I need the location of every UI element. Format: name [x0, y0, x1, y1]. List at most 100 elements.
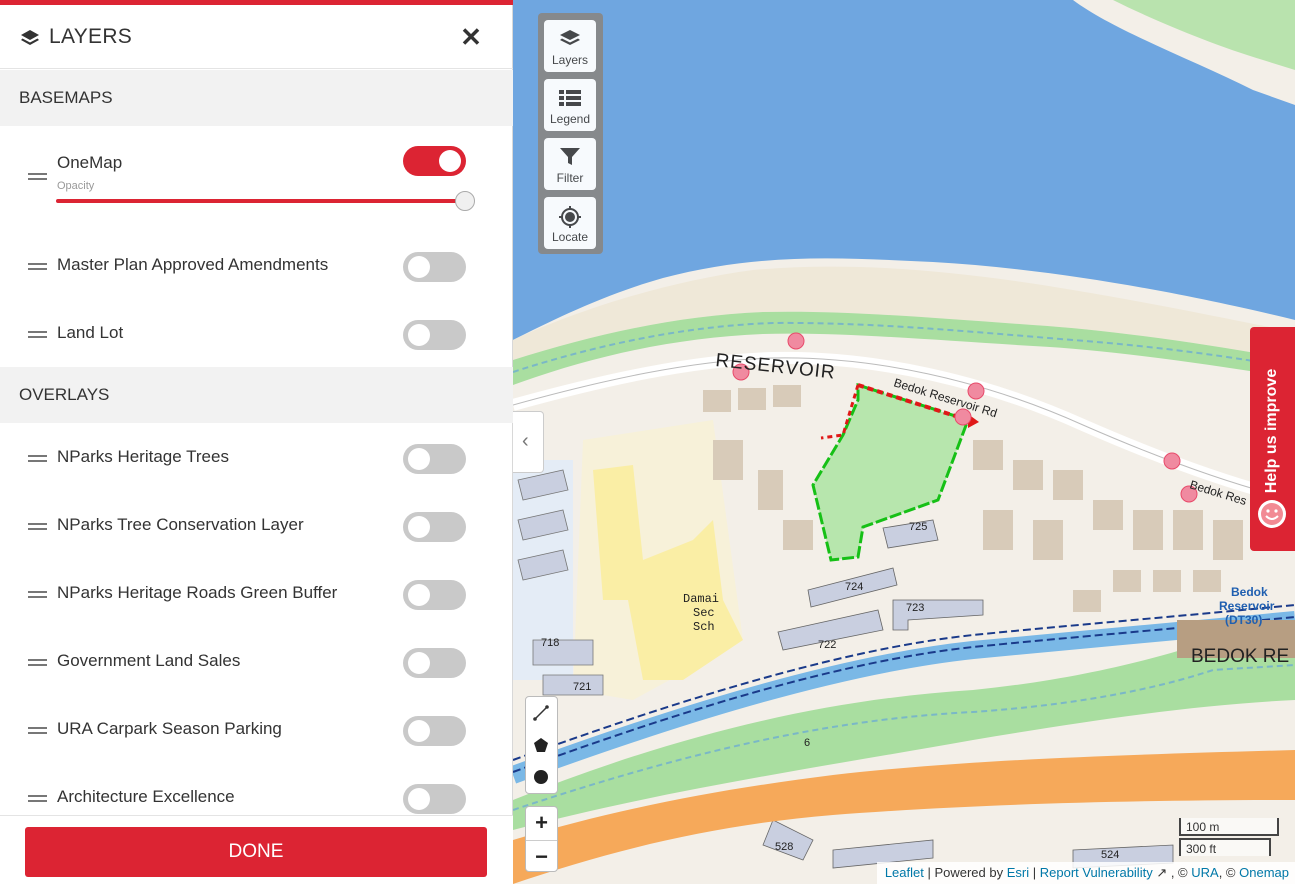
- close-icon[interactable]: ✕: [459, 24, 483, 50]
- zoom-in-button[interactable]: +: [526, 807, 557, 839]
- toolbar-filter-button[interactable]: Filter: [544, 138, 596, 190]
- help-us-improve-button[interactable]: Help us improve: [1250, 327, 1295, 551]
- app-root: LAYERS ✕ BASEMAPS OneMap Opacity Master …: [0, 0, 1295, 884]
- layer-label: Land Lot: [57, 323, 124, 342]
- layer-toggle-land-lot[interactable]: [403, 320, 466, 350]
- toggle-knob: [408, 256, 430, 278]
- layer-toggle-architecture[interactable]: [403, 784, 466, 814]
- map-label-blk721: 721: [573, 681, 591, 693]
- drag-handle-icon[interactable]: [28, 795, 47, 802]
- drag-handle-icon[interactable]: [28, 659, 47, 666]
- attrib-text: , ©: [1218, 865, 1240, 880]
- map-label-blk524: 524: [1101, 849, 1119, 861]
- drag-handle-icon[interactable]: [28, 455, 47, 462]
- draw-polygon-button[interactable]: [526, 729, 557, 761]
- panel-footer: DONE: [0, 815, 513, 884]
- map-label-blk718: 718: [541, 637, 559, 649]
- map-label-blk725: 725: [909, 521, 927, 533]
- toggle-knob: [408, 584, 430, 606]
- map-label-road-number: 6: [804, 737, 810, 749]
- map-view[interactable]: RESERVOIR Bedok Reservoir Rd Bedok Res D…: [513, 0, 1295, 884]
- toolbar-filter-label: Filter: [556, 171, 584, 185]
- done-button[interactable]: DONE: [25, 827, 487, 877]
- filter-icon: [560, 148, 580, 165]
- chevron-left-icon: ‹: [522, 430, 529, 452]
- onemap-link[interactable]: Onemap: [1239, 865, 1289, 880]
- scale-metric: 100 m: [1179, 818, 1279, 836]
- attrib-text: | Powered by: [923, 865, 1007, 880]
- layer-row-architecture: Architecture Excellence: [0, 763, 513, 815]
- leaflet-link[interactable]: Leaflet: [885, 865, 924, 880]
- toolbar-legend-label: Legend: [549, 112, 591, 126]
- map-canvas[interactable]: RESERVOIR Bedok Reservoir Rd Bedok Res D…: [513, 0, 1295, 884]
- toggle-knob: [408, 652, 430, 674]
- draw-toolbar: [525, 696, 558, 794]
- map-label-station3: (DT30): [1225, 613, 1262, 627]
- panel-header: LAYERS ✕: [0, 5, 513, 69]
- layer-toggle-heritage-roads[interactable]: [403, 580, 466, 610]
- opacity-slider-handle[interactable]: [455, 191, 475, 211]
- layer-row-heritage-trees: NParks Heritage Trees: [0, 423, 513, 491]
- smiley-icon: [1258, 500, 1286, 528]
- map-attribution: Leaflet | Powered by Esri | Report Vulne…: [876, 862, 1295, 884]
- attrib-text: |: [1029, 865, 1040, 880]
- layers-panel: LAYERS ✕ BASEMAPS OneMap Opacity Master …: [0, 0, 513, 884]
- basemaps-heading: BASEMAPS: [0, 70, 513, 126]
- toggle-knob: [408, 324, 430, 346]
- layer-toggle-onemap[interactable]: [403, 146, 466, 176]
- draw-circle-button[interactable]: [526, 761, 557, 793]
- layer-label: NParks Heritage Trees: [57, 447, 229, 466]
- layer-label: URA Carpark Season Parking: [57, 719, 282, 738]
- toggle-knob: [408, 448, 430, 470]
- map-label-school1: Damai: [683, 592, 719, 606]
- toolbar-locate-button[interactable]: Locate: [544, 197, 596, 249]
- drag-handle-icon[interactable]: [28, 173, 47, 180]
- map-label-station-sign: BEDOK RE: [1191, 646, 1289, 667]
- layer-toggle-master-plan[interactable]: [403, 252, 466, 282]
- zoom-out-button[interactable]: −: [526, 840, 557, 872]
- drag-handle-icon[interactable]: [28, 263, 47, 270]
- ura-link[interactable]: URA: [1191, 865, 1218, 880]
- map-label-school3: Sch: [693, 620, 715, 634]
- drag-handle-icon[interactable]: [28, 591, 47, 598]
- overlays-heading: OVERLAYS: [0, 367, 513, 423]
- map-label-blk722: 722: [818, 639, 836, 651]
- drag-handle-icon[interactable]: [28, 331, 47, 338]
- layer-label: OneMap: [57, 153, 123, 172]
- layer-toggle-carpark[interactable]: [403, 716, 466, 746]
- layer-label: NParks Tree Conservation Layer: [57, 515, 304, 534]
- toolbar-layers-label: Layers: [551, 53, 589, 67]
- toolbar-layers-button[interactable]: Layers: [544, 20, 596, 72]
- layer-toggle-land-sales[interactable]: [403, 648, 466, 678]
- map-label-blk724: 724: [845, 581, 863, 593]
- map-label-station2: Reservoir: [1219, 599, 1275, 613]
- layers-icon: [21, 30, 39, 45]
- layer-toggle-tree-conservation[interactable]: [403, 512, 466, 542]
- map-toolbar: Layers Legend Filter Locate: [538, 13, 603, 254]
- drag-handle-icon[interactable]: [28, 727, 47, 734]
- layer-row-carpark: URA Carpark Season Parking: [0, 695, 513, 763]
- layer-row-onemap: OneMap Opacity: [0, 126, 513, 231]
- layers-list[interactable]: BASEMAPS OneMap Opacity Master Plan Appr…: [0, 70, 513, 815]
- esri-link[interactable]: Esri: [1007, 865, 1029, 880]
- layer-row-tree-conservation: NParks Tree Conservation Layer: [0, 491, 513, 559]
- layer-row-land-lot: Land Lot: [0, 299, 513, 367]
- external-link-icon: ↗: [1152, 865, 1168, 880]
- opacity-slider-track[interactable]: [56, 199, 466, 203]
- report-vulnerability-link[interactable]: Report Vulnerability: [1040, 865, 1153, 880]
- map-label-blk723: 723: [906, 602, 924, 614]
- layer-row-land-sales: Government Land Sales: [0, 627, 513, 695]
- layers-icon: [560, 30, 580, 45]
- draw-line-button[interactable]: [526, 697, 557, 729]
- drag-handle-icon[interactable]: [28, 523, 47, 530]
- line-icon: [533, 705, 549, 721]
- toggle-knob: [408, 720, 430, 742]
- toggle-knob: [408, 788, 430, 810]
- toolbar-legend-button[interactable]: Legend: [544, 79, 596, 131]
- map-label-school2: Sec: [693, 606, 715, 620]
- layer-toggle-heritage-trees[interactable]: [403, 444, 466, 474]
- collapse-panel-button[interactable]: ‹: [513, 411, 544, 473]
- list-icon: [559, 90, 581, 106]
- attrib-text: , ©: [1167, 865, 1192, 880]
- circle-icon: [534, 770, 548, 784]
